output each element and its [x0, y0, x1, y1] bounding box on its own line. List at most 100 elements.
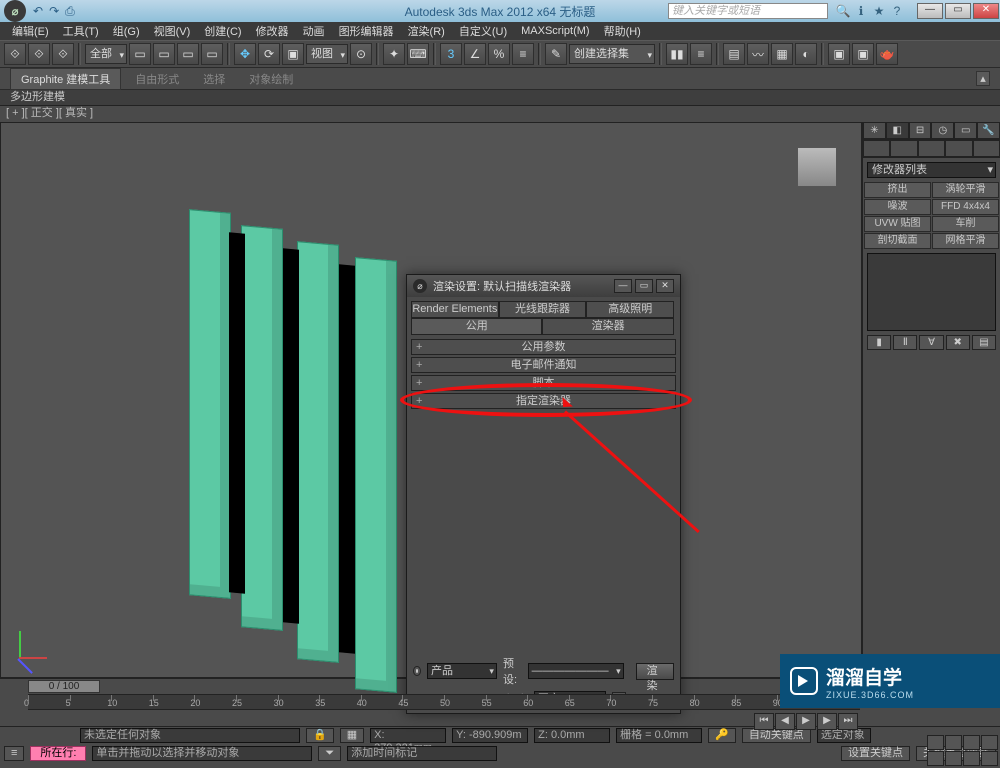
curve-editor-icon[interactable]: 〰	[747, 43, 769, 65]
subtab-icon[interactable]	[890, 140, 917, 157]
add-time-tag[interactable]: 添加时间标记	[347, 746, 497, 761]
named-selection-dropdown[interactable]: 创建选择集	[569, 44, 655, 64]
orbit-icon[interactable]	[963, 751, 980, 766]
goto-end-icon[interactable]: ⏭	[838, 713, 858, 730]
remove-mod-icon[interactable]: ✖	[946, 335, 970, 350]
menu-item[interactable]: 工具(T)	[57, 23, 105, 39]
modifier-button[interactable]: UVW 贴图	[864, 216, 931, 232]
spinner-snap-icon[interactable]: ≡	[512, 43, 534, 65]
layer-icon[interactable]: ▤	[723, 43, 745, 65]
select-region-icon[interactable]: ▭	[177, 43, 199, 65]
dialog-minimize-button[interactable]: —	[614, 279, 632, 293]
zoom-all-icon[interactable]	[945, 735, 962, 750]
angle-snap-icon[interactable]: ∠	[464, 43, 486, 65]
menu-item[interactable]: 创建(C)	[198, 23, 247, 39]
lock-selection-icon[interactable]: 🔒	[306, 728, 334, 743]
menu-item[interactable]: 组(G)	[107, 23, 146, 39]
fov-icon[interactable]	[927, 751, 944, 766]
menu-item[interactable]: 渲染(R)	[402, 23, 451, 39]
selection-filter-dropdown[interactable]: 全部	[85, 44, 127, 64]
modifier-button[interactable]: 挤出	[864, 182, 931, 198]
rotate-icon[interactable]: ⟳	[258, 43, 280, 65]
rollout-email[interactable]: 电子邮件通知	[411, 357, 676, 373]
menu-item[interactable]: MAXScript(M)	[515, 25, 595, 37]
viewport[interactable]: ⌀ 渲染设置: 默认扫描线渲染器 — ▭ ✕ Render Elements 光…	[0, 122, 862, 678]
tab-raytracer[interactable]: 光线跟踪器	[499, 301, 587, 318]
create-tab-icon[interactable]: ✳	[863, 122, 886, 139]
qat-icon[interactable]: ⎙	[62, 4, 78, 19]
render-button[interactable]: 渲染	[636, 663, 674, 680]
coord-y[interactable]: Y: -890.909m	[452, 728, 528, 743]
close-button[interactable]: ✕	[973, 3, 999, 19]
ribbon-tab[interactable]: 对象绘制	[239, 69, 303, 89]
dialog-maximize-button[interactable]: ▭	[635, 279, 653, 293]
menu-item[interactable]: 图形编辑器	[333, 23, 400, 39]
display-tab-icon[interactable]: ▭	[954, 122, 977, 139]
zoom-extents-icon[interactable]	[963, 735, 980, 750]
modifier-stack[interactable]	[867, 253, 996, 331]
render-setup-icon[interactable]: ▣	[828, 43, 850, 65]
tab-adv-lighting[interactable]: 高级照明	[586, 301, 674, 318]
modifier-button[interactable]: 剖切截面	[864, 233, 931, 249]
move-icon[interactable]: ✥	[234, 43, 256, 65]
menu-item[interactable]: 视图(V)	[148, 23, 197, 39]
unique-icon[interactable]: ∀	[919, 335, 943, 350]
time-tag-icon[interactable]: ⏷	[318, 746, 341, 761]
pan-icon[interactable]	[945, 751, 962, 766]
rollout-common-params[interactable]: 公用参数	[411, 339, 676, 355]
modifier-button[interactable]: 噪波	[864, 199, 931, 215]
production-dropdown[interactable]: 产品	[427, 663, 497, 679]
ribbon-tab[interactable]: 自由形式	[125, 69, 189, 89]
unlink-icon[interactable]: ⟐	[28, 43, 50, 65]
render-icon[interactable]: 🫖	[876, 43, 898, 65]
percent-snap-icon[interactable]: %	[488, 43, 510, 65]
maximize-button[interactable]: ▭	[945, 3, 971, 19]
menu-item[interactable]: 动画	[297, 23, 331, 39]
maximize-viewport-icon[interactable]	[981, 751, 998, 766]
motion-tab-icon[interactable]: ◷	[931, 122, 954, 139]
configure-icon[interactable]: ▤	[972, 335, 996, 350]
ribbon-tab[interactable]: 选择	[193, 69, 235, 89]
menu-item[interactable]: 编辑(E)	[6, 23, 55, 39]
utilities-tab-icon[interactable]: 🔧	[977, 122, 1000, 139]
goto-start-icon[interactable]: ⏮	[754, 713, 774, 730]
window-crossing-icon[interactable]: ▭	[201, 43, 223, 65]
minimize-button[interactable]: —	[917, 3, 943, 19]
setkey-button[interactable]: 设置关键点	[841, 746, 910, 761]
time-slider[interactable]: 0 / 100	[28, 680, 100, 693]
dialog-titlebar[interactable]: ⌀ 渲染设置: 默认扫描线渲染器 — ▭ ✕	[407, 275, 680, 297]
select-icon[interactable]: ▭	[129, 43, 151, 65]
modifier-button[interactable]: 车削	[932, 216, 999, 232]
modifier-button[interactable]: 涡轮平滑	[932, 182, 999, 198]
viewport-label[interactable]: [ + ][ 正交 ][ 真实 ]	[0, 106, 1000, 122]
radio-production[interactable]	[413, 666, 421, 676]
time-ruler[interactable]: 0510152025303540455055606570758085909510…	[28, 694, 860, 710]
prev-frame-icon[interactable]: ◀	[775, 713, 795, 730]
qat-icon[interactable]: ↶	[30, 4, 46, 18]
refcoord-dropdown[interactable]: 视图	[306, 44, 348, 64]
modify-tab-icon[interactable]: ◧	[886, 122, 909, 139]
hierarchy-tab-icon[interactable]: ⊟	[909, 122, 932, 139]
schematic-icon[interactable]: ▦	[771, 43, 793, 65]
infocenter-icons[interactable]: 🔍ℹ★?	[834, 4, 906, 18]
manip-icon[interactable]: ✦	[383, 43, 405, 65]
link-icon[interactable]: ⟐	[4, 43, 26, 65]
key-icon[interactable]: 🔑	[708, 728, 736, 743]
select-name-icon[interactable]: ▭	[153, 43, 175, 65]
pivot-icon[interactable]: ⊙	[350, 43, 372, 65]
subtab-icon[interactable]	[945, 140, 972, 157]
scale-icon[interactable]: ▣	[282, 43, 304, 65]
material-editor-icon[interactable]: ◐	[795, 43, 817, 65]
menu-item[interactable]: 修改器	[250, 23, 295, 39]
modifier-button[interactable]: 网格平滑	[932, 233, 999, 249]
keymode-icon[interactable]: ⌨	[407, 43, 429, 65]
menu-item[interactable]: 自定义(U)	[453, 23, 513, 39]
viewcube-icon[interactable]	[797, 147, 837, 187]
ribbon-tab-graphite[interactable]: Graphite 建模工具	[10, 68, 121, 90]
dialog-close-button[interactable]: ✕	[656, 279, 674, 293]
help-search-input[interactable]: 键入关键字或短语	[668, 3, 828, 19]
autokey-button[interactable]: 自动关键点	[742, 728, 811, 743]
play-icon[interactable]: ▶	[796, 713, 816, 730]
modifier-list-dropdown[interactable]: 修改器列表	[867, 162, 996, 178]
pin-stack-icon[interactable]: ▮	[867, 335, 891, 350]
